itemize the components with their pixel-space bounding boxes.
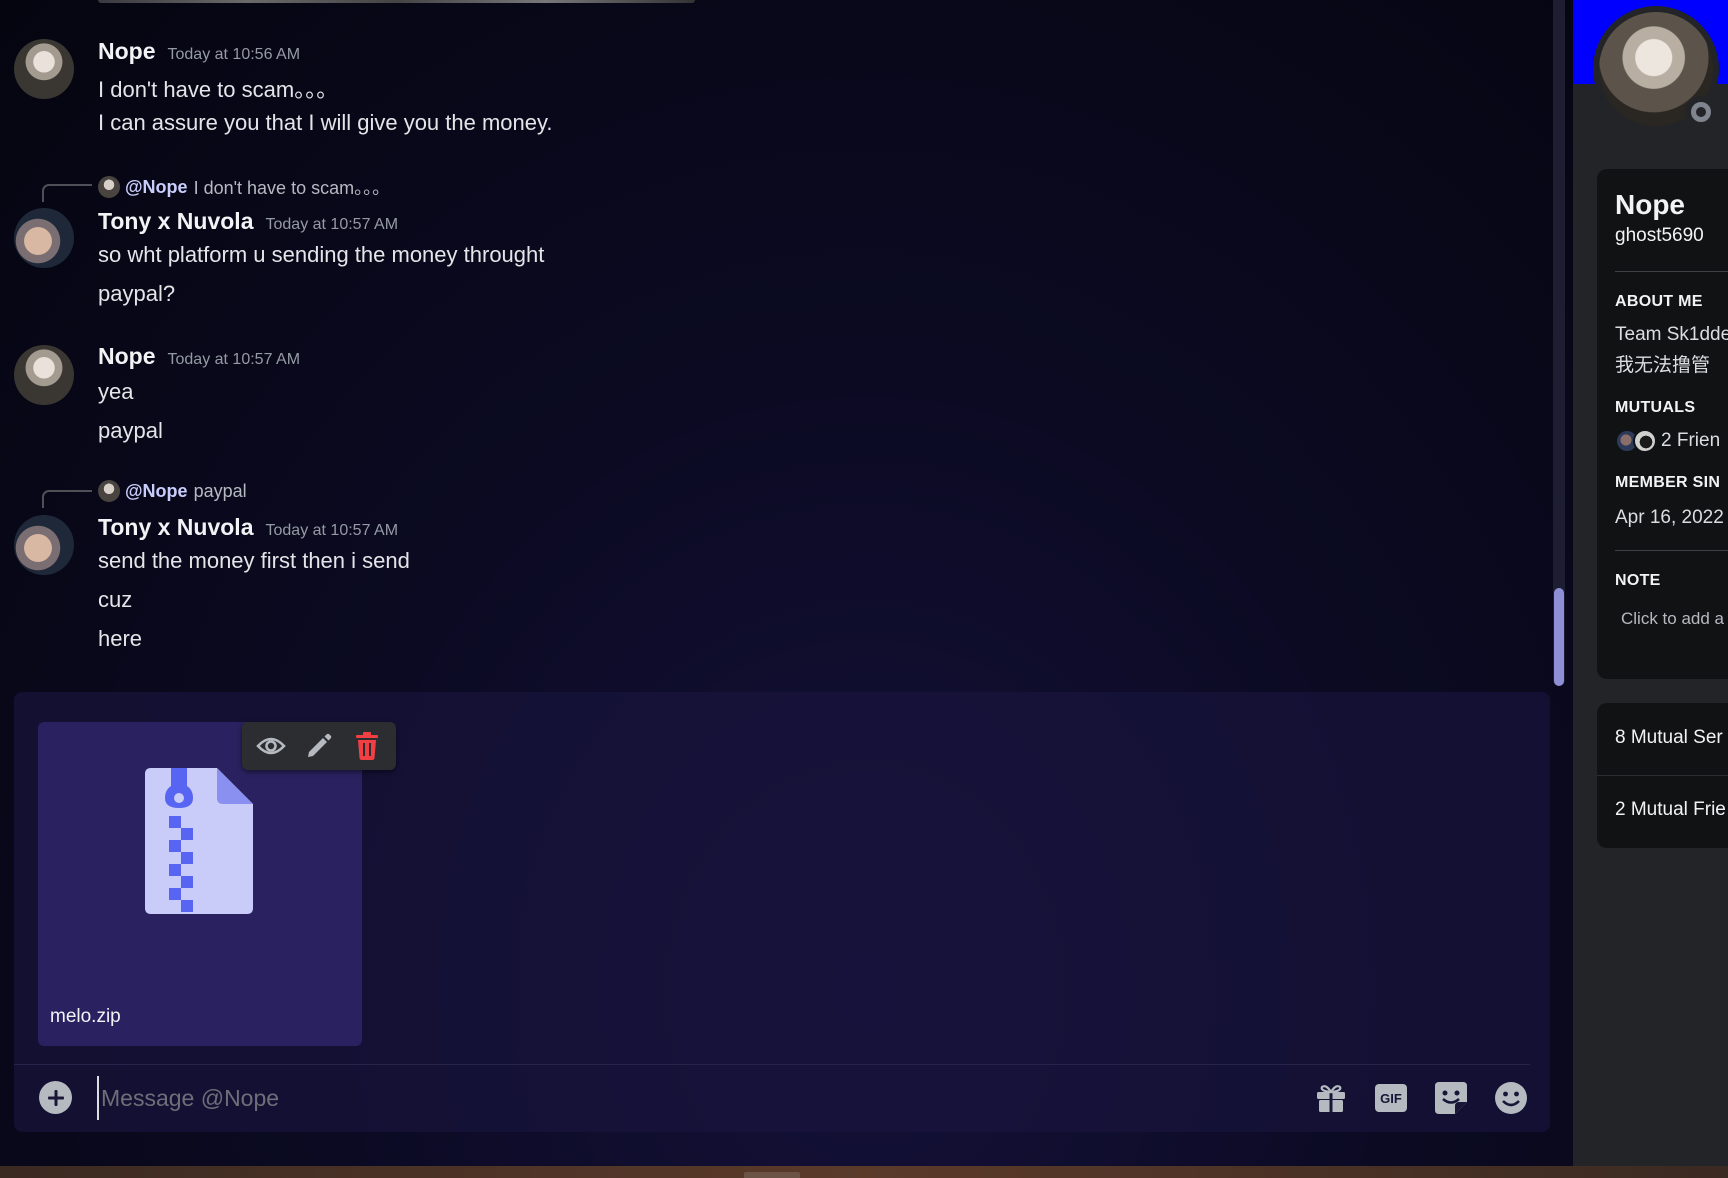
- profile-username[interactable]: ghost5690: [1615, 225, 1704, 247]
- remove-attachment-button[interactable]: [346, 727, 388, 765]
- avatar[interactable]: [14, 515, 74, 575]
- about-me-line: 我无法撸管: [1615, 355, 1711, 376]
- message-timestamp: Today at 10:57 AM: [167, 351, 301, 368]
- mutual-friends-item[interactable]: 2 Mutual Frie: [1615, 799, 1726, 821]
- composer-divider: [14, 1064, 1530, 1065]
- reply-connector: [42, 184, 92, 202]
- taskbar-tab[interactable]: [744, 1172, 800, 1178]
- message-text: yea: [98, 379, 134, 404]
- mutual-friends-row[interactable]: 2 Frien: [1615, 429, 1720, 453]
- message-text: paypal: [98, 418, 163, 443]
- reply-mention[interactable]: @Nope: [125, 481, 188, 502]
- message-author[interactable]: Tony x Nuvola: [98, 514, 254, 541]
- sticker-button[interactable]: [1433, 1080, 1469, 1116]
- mutuals-heading: MUTUALS: [1615, 399, 1696, 416]
- member-since-heading: MEMBER SIN: [1615, 474, 1721, 491]
- profile-divider: [1615, 550, 1728, 551]
- input-row: GIF: [14, 1066, 1530, 1130]
- edit-attachment-button[interactable]: [298, 727, 340, 765]
- message-input[interactable]: [97, 1076, 1297, 1120]
- reply-mention[interactable]: @Nope: [125, 177, 188, 198]
- message-author[interactable]: Nope: [98, 343, 156, 370]
- message-timestamp: Today at 10:57 AM: [265, 216, 399, 233]
- scrollbar-thumb[interactable]: [1554, 588, 1564, 686]
- message-text: so wht platform u sending the money thro…: [98, 242, 545, 267]
- message-text: send the money first then i send: [98, 548, 410, 573]
- about-me-heading: ABOUT ME: [1615, 293, 1703, 310]
- note-heading: NOTE: [1615, 572, 1661, 589]
- plus-icon: [47, 1089, 64, 1106]
- upload-button[interactable]: [39, 1081, 72, 1114]
- message-composer: melo.zip Message @Nope GIF: [14, 692, 1550, 1132]
- mutual-divider: [1597, 775, 1728, 776]
- reply-text: paypal: [193, 480, 247, 501]
- message-text: paypal?: [98, 281, 176, 306]
- message-text: I can assure you that I will give you th…: [98, 110, 553, 135]
- reply-preview[interactable]: @Nope paypal: [98, 480, 247, 502]
- about-me-line: Team Sk1dde: [1615, 324, 1728, 345]
- taskbar-edge: [0, 1166, 1728, 1178]
- mutual-servers-item[interactable]: 8 Mutual Ser: [1615, 727, 1723, 749]
- emoji-button[interactable]: [1493, 1080, 1529, 1116]
- mutual-lists: 8 Mutual Ser 2 Mutual Frie: [1597, 703, 1728, 848]
- gif-icon: GIF: [1375, 1084, 1407, 1112]
- gift-button[interactable]: [1313, 1080, 1349, 1116]
- zip-file-icon: [145, 768, 253, 914]
- eye-icon: [256, 737, 286, 755]
- reply-preview[interactable]: @Nope I don't have to scam。。。: [98, 174, 390, 200]
- attachment-filename: melo.zip: [50, 1006, 121, 1027]
- message-timestamp: Today at 10:57 AM: [265, 522, 399, 539]
- chat-area: Nope Today at 10:56 AM I don't have to s…: [0, 0, 1573, 1166]
- message-text: cuz: [98, 587, 133, 612]
- note-input[interactable]: Click to add a: [1621, 609, 1724, 629]
- gif-button[interactable]: GIF: [1373, 1080, 1409, 1116]
- reply-text: I don't have to scam。。。: [193, 178, 391, 198]
- trash-icon: [356, 732, 378, 760]
- offline-status-icon: [1685, 96, 1717, 128]
- profile-card: Nope ghost5690 ABOUT ME Team Sk1dde 我无法撸…: [1597, 169, 1728, 679]
- gift-icon: [1317, 1085, 1345, 1112]
- avatar[interactable]: [14, 345, 74, 405]
- avatar[interactable]: [14, 208, 74, 268]
- attachment-card[interactable]: melo.zip: [38, 722, 362, 1046]
- attachment-actions: [242, 722, 396, 770]
- sticker-icon: [1435, 1082, 1467, 1114]
- reply-avatar: [98, 176, 120, 198]
- svg-text:GIF: GIF: [1380, 1091, 1402, 1106]
- message-timestamp: Today at 10:56 AM: [167, 46, 301, 63]
- message-text: I don't have to scam。。。: [98, 77, 339, 102]
- profile-divider: [1615, 271, 1728, 272]
- member-since-date: Apr 16, 2022: [1615, 507, 1724, 528]
- previous-image-attachment[interactable]: [98, 0, 695, 3]
- avatar[interactable]: [14, 39, 74, 99]
- message-author[interactable]: Nope: [98, 38, 156, 65]
- reply-avatar: [98, 480, 120, 502]
- view-spoiler-button[interactable]: [250, 727, 292, 765]
- pencil-icon: [308, 733, 332, 757]
- user-profile-panel: Nope ghost5690 ABOUT ME Team Sk1dde 我无法撸…: [1573, 0, 1728, 1166]
- message-text: here: [98, 626, 143, 651]
- profile-display-name: Nope: [1615, 189, 1685, 220]
- emoji-icon: [1495, 1082, 1527, 1114]
- message-author[interactable]: Tony x Nuvola: [98, 208, 254, 235]
- reply-connector: [42, 490, 92, 508]
- scrollbar-track[interactable]: [1553, 0, 1565, 686]
- mutual-friend-avatar: [1633, 429, 1657, 453]
- mutuals-text: 2 Frien: [1661, 430, 1721, 451]
